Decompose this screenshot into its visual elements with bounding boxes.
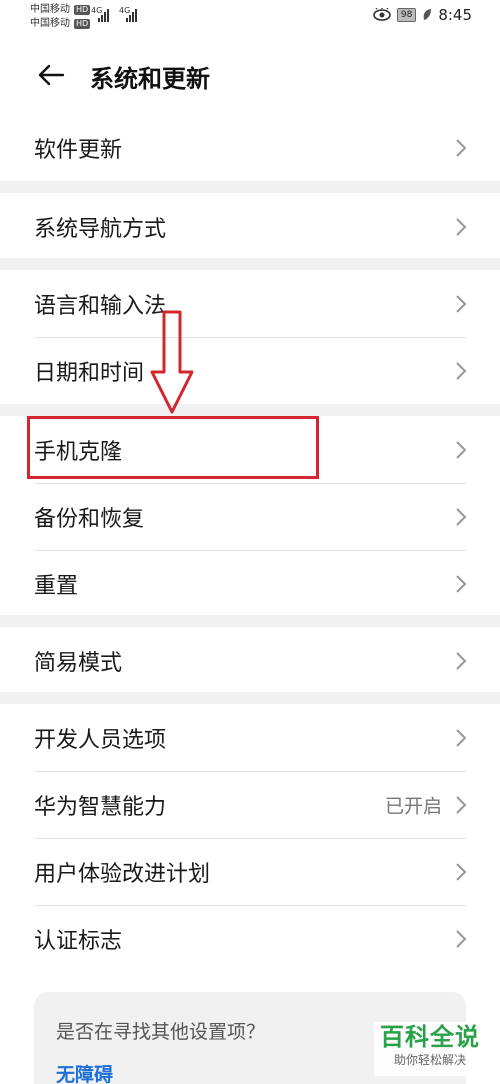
settings-item-backup-restore[interactable]: 备份和恢复: [0, 483, 500, 550]
chevron-right-icon: [456, 217, 467, 236]
chevron-right-icon: [456, 361, 467, 380]
back-button[interactable]: [36, 60, 66, 90]
settings-item-software-update[interactable]: 软件更新: [0, 114, 500, 181]
chevron-right-icon: [456, 795, 467, 814]
settings-item-certification[interactable]: 认证标志: [0, 905, 500, 972]
page-header: 系统和更新: [0, 50, 500, 102]
settings-group: 开发人员选项 华为智慧能力 已开启 用户体验改进计划 认证标志: [0, 704, 500, 972]
settings-item-simple-mode[interactable]: 简易模式: [0, 627, 500, 694]
chevron-right-icon: [456, 728, 467, 747]
settings-item-label: 简易模式: [34, 650, 123, 676]
settings-item-label: 华为智慧能力: [34, 794, 167, 820]
watermark-main: 百科全说: [380, 1023, 480, 1051]
leaf-icon: [423, 9, 432, 20]
settings-item-label: 语言和输入法: [34, 293, 167, 319]
settings-group: 系统导航方式: [0, 193, 500, 260]
group-separator: [0, 181, 500, 193]
settings-item-system-navigation[interactable]: 系统导航方式: [0, 193, 500, 260]
carrier-name: 中国移动: [30, 4, 70, 15]
settings-item-date-time[interactable]: 日期和时间: [0, 337, 500, 404]
settings-item-language-input[interactable]: 语言和输入法: [0, 270, 500, 337]
settings-item-label: 备份和恢复: [34, 506, 145, 532]
settings-group: 手机克隆 备份和恢复 重置: [0, 416, 500, 617]
status-right: 98 8:45: [373, 6, 472, 24]
chevron-right-icon: [456, 574, 467, 593]
chevron-right-icon: [456, 651, 467, 670]
clock: 8:45: [438, 6, 472, 24]
settings-item-phone-clone[interactable]: 手机克隆: [0, 416, 500, 483]
settings-group: 简易模式: [0, 627, 500, 694]
settings-item-label: 认证标志: [34, 928, 123, 954]
watermark-sub: 助你轻松解决: [393, 1053, 466, 1067]
signal-icon: [98, 8, 109, 22]
page-title: 系统和更新: [90, 65, 210, 93]
settings-item-label: 系统导航方式: [34, 216, 167, 242]
carrier-info: 中国移动 HD 中国移动 HD: [30, 3, 91, 31]
accessibility-link[interactable]: 无障碍: [56, 1060, 113, 1084]
chevron-right-icon: [456, 929, 467, 948]
chevron-right-icon: [456, 440, 467, 459]
settings-item-label: 用户体验改进计划: [34, 861, 211, 887]
group-separator: [0, 615, 500, 627]
settings-item-value: 已开启: [384, 795, 442, 817]
settings-item-user-experience[interactable]: 用户体验改进计划: [0, 838, 500, 905]
eye-comfort-icon: [373, 8, 391, 21]
settings-item-reset[interactable]: 重置: [0, 550, 500, 617]
hd-badge: HD: [74, 5, 91, 15]
settings-item-label: 重置: [34, 573, 79, 599]
group-separator: [0, 404, 500, 416]
suggestion-question: 是否在寻找其他设置项？: [56, 1021, 266, 1043]
back-arrow-icon: [38, 64, 65, 86]
battery-icon: 98: [396, 8, 417, 22]
chevron-right-icon: [456, 862, 467, 881]
chevron-right-icon: [456, 138, 467, 157]
hd-badge: HD: [74, 19, 91, 29]
status-bar: 中国移动 HD 中国移动 HD 4G 4G 98 8:45: [0, 0, 500, 36]
chevron-right-icon: [456, 294, 467, 313]
watermark-logo: 百科全说 助你轻松解决: [374, 1022, 486, 1076]
settings-item-label: 软件更新: [34, 137, 123, 163]
settings-group: 软件更新: [0, 114, 500, 181]
settings-item-label: 日期和时间: [34, 360, 145, 386]
settings-item-huawei-ai[interactable]: 华为智慧能力 已开启: [0, 771, 500, 838]
carrier-name: 中国移动: [30, 18, 70, 29]
settings-item-label: 手机克隆: [34, 439, 123, 465]
signal-icon: [126, 8, 137, 22]
settings-group: 语言和输入法 日期和时间: [0, 270, 500, 404]
group-separator: [0, 692, 500, 704]
chevron-right-icon: [456, 507, 467, 526]
settings-item-label: 开发人员选项: [34, 727, 167, 753]
settings-item-developer-options[interactable]: 开发人员选项: [0, 704, 500, 771]
group-separator: [0, 258, 500, 270]
